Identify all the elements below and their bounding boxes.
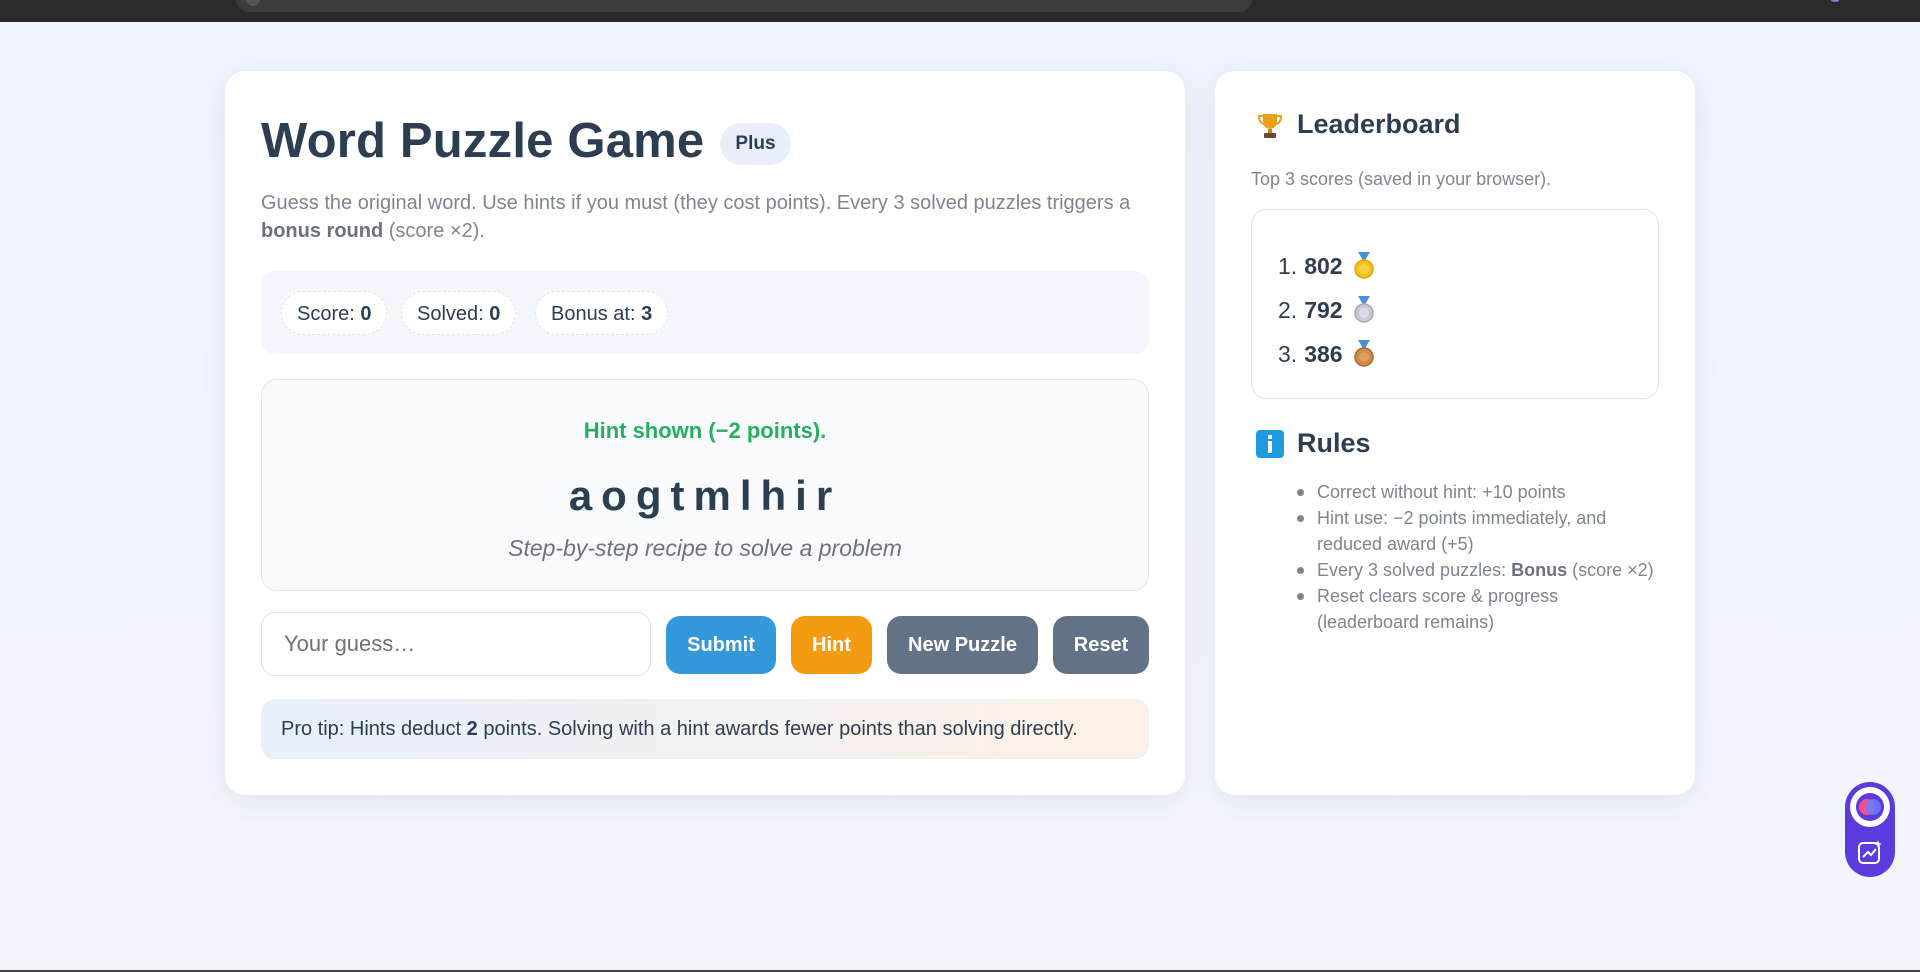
submit-button[interactable]: Submit [666,616,776,674]
assistant-orb-icon[interactable] [1850,787,1890,827]
score-value: 0 [360,303,372,325]
bonus-label: Bonus at: [551,303,642,325]
description-text-1: Guess the original word. Use hints if yo… [261,192,1131,214]
leaderboard-title: Leaderboard [1297,109,1461,139]
solved-value: 0 [489,303,501,325]
rank-label: 3. [1278,340,1298,367]
game-card: Word Puzzle Game Plus Guess the original… [225,71,1185,795]
scrambled-word: aogtmlhir [568,472,842,519]
description-text-2: (score ×2). [383,220,485,242]
bonus-value: 3 [641,303,653,325]
bronze-medal-icon [1353,340,1374,367]
entry-score: 802 [1304,252,1343,279]
entry-score: 792 [1304,296,1343,323]
rules-header: Rules [1255,428,1371,459]
silver-medal-icon [1353,296,1374,323]
rule-text: Every 3 solved puzzles: [1317,560,1512,580]
leaderboard-entry: 3. 386 [1278,340,1375,368]
rule-item: Reset clears score & progress (leaderboa… [1295,583,1665,635]
sidebar-card: Leaderboard Top 3 scores (saved in your … [1215,71,1695,795]
bonus-pill: Bonus at: 3 [535,291,669,335]
score-label: Score: [297,303,361,325]
rules-list: Correct without hint: +10 points Hint us… [1295,479,1665,635]
title-row: Word Puzzle Game Plus [261,113,791,169]
page-title: Word Puzzle Game [261,114,705,168]
puzzle-box: Hint shown (−2 points). aogtmlhir Step-b… [261,379,1149,591]
address-bar[interactable] [236,0,1252,12]
leaderboard-subtitle: Top 3 scores (saved in your browser). [1251,169,1552,189]
extension-icon[interactable] [1830,0,1840,2]
stats-bar: Score: 0 Solved: 0 Bonus at: 3 [261,271,1149,354]
game-description: Guess the original word. Use hints if yo… [261,189,1161,245]
leaderboard-entry: 1. 802 [1278,252,1375,280]
rules-title: Rules [1297,428,1371,458]
trophy-icon [1257,113,1283,138]
guess-input[interactable] [261,612,651,676]
gold-medal-icon [1353,252,1374,279]
plus-badge: Plus [720,123,791,165]
leaderboard-header: Leaderboard [1255,109,1461,140]
entry-score: 386 [1304,340,1343,367]
score-pill: Score: 0 [281,291,388,335]
hint-text: Step-by-step recipe to solve a problem [508,535,902,561]
protip-text-1: Pro tip: Hints deduct [281,718,467,740]
solved-pill: Solved: 0 [401,291,517,335]
bonus-round-text: bonus round [261,220,384,242]
rule-text: (score ×2) [1567,560,1654,580]
hint-button[interactable]: Hint [791,616,872,674]
leaderboard-list: 1. 802 2. 792 3. 386 [1251,209,1659,399]
chart-sparkle-icon[interactable] [1857,839,1883,865]
leaderboard-entry: 2. 792 [1278,296,1375,324]
reset-button[interactable]: Reset [1053,616,1149,674]
rank-label: 2. [1278,296,1298,323]
rule-item: Correct without hint: +10 points [1295,479,1665,505]
browser-top-bar [0,0,1920,22]
solved-label: Solved: [417,303,490,325]
new-puzzle-button[interactable]: New Puzzle [887,616,1038,674]
assistant-widget[interactable] [1845,782,1895,877]
rule-item: Every 3 solved puzzles: Bonus (score ×2) [1295,557,1665,583]
pro-tip: Pro tip: Hints deduct 2 points. Solving … [261,699,1149,759]
rule-item: Hint use: −2 points immediately, and red… [1295,505,1665,557]
rank-label: 1. [1278,252,1298,279]
info-icon [1256,429,1284,458]
feedback-message: Hint shown (−2 points). [583,418,827,443]
protip-points: 2 [466,718,478,740]
protip-text-2: points. Solving with a hint awards fewer… [477,718,1078,740]
rule-bonus: Bonus [1511,560,1568,580]
